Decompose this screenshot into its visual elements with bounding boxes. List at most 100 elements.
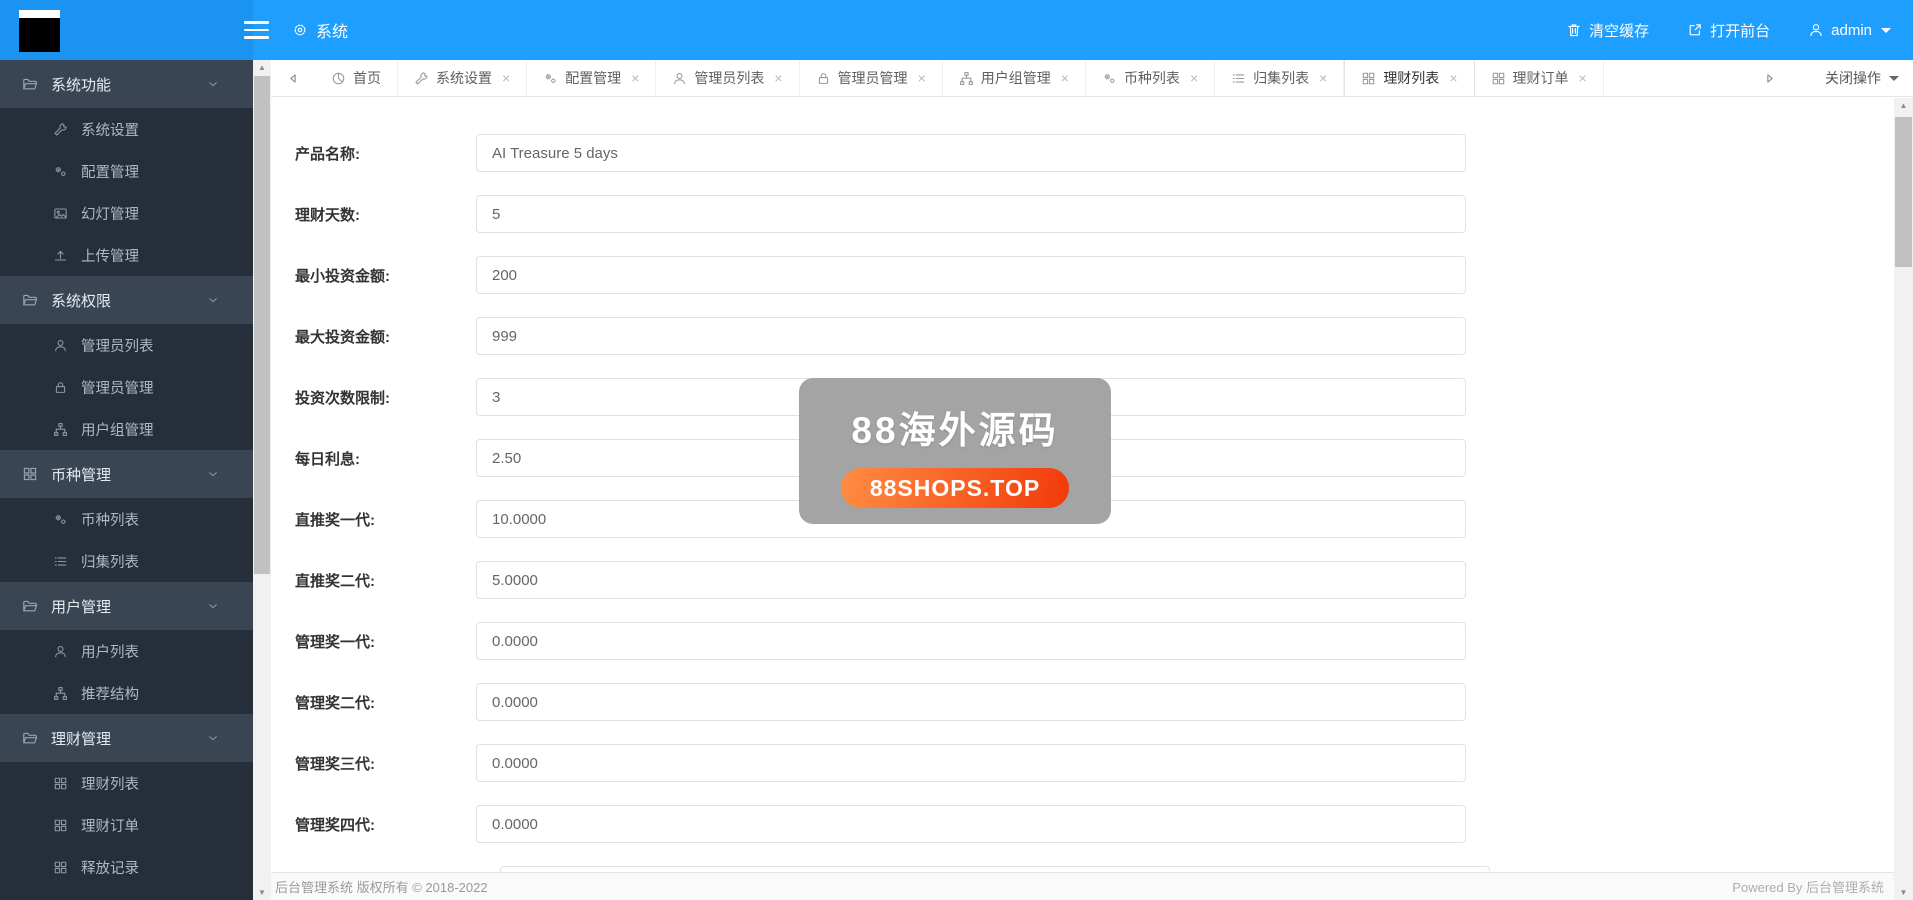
sidebar-item-collection-list[interactable]: 归集列表: [0, 540, 253, 582]
cogs-icon: [53, 512, 68, 527]
close-operations-dropdown[interactable]: 关闭操作: [1825, 68, 1899, 88]
user-menu[interactable]: admin: [1808, 22, 1891, 39]
item-label: 推荐结构: [81, 686, 139, 703]
top-header: 系统 清空缓存 打开前台 admin: [0, 0, 1913, 60]
tab-label: 理财订单: [1512, 70, 1569, 86]
close-icon[interactable]: ×: [1319, 71, 1327, 85]
sitemap-icon: [53, 422, 68, 437]
close-icon[interactable]: ×: [631, 71, 639, 85]
field-label: 最大投资金额:: [295, 328, 390, 346]
sidebar-item-finance-orders[interactable]: 理财订单: [0, 804, 253, 846]
content-scrollbar-thumb[interactable]: [1895, 117, 1912, 267]
min-investment-input[interactable]: [476, 256, 1466, 294]
cogs-icon: [53, 164, 68, 179]
max-investment-input[interactable]: [476, 317, 1466, 355]
sidebar-group-finance-management[interactable]: 理财管理: [0, 714, 253, 762]
tab-label: 管理员列表: [694, 70, 765, 86]
field-label: 最小投资金额:: [295, 267, 390, 285]
wrench-icon: [414, 71, 429, 86]
collapse-menu-button[interactable]: [233, 0, 279, 60]
manage-reward-1-input[interactable]: [476, 622, 1466, 660]
close-icon[interactable]: ×: [774, 71, 782, 85]
close-icon[interactable]: ×: [502, 71, 510, 85]
tab-label: 首页: [353, 70, 381, 86]
open-frontend-label: 打开前台: [1710, 22, 1771, 40]
field-label: 直推奖二代:: [295, 572, 375, 590]
field-label: 投资次数限制:: [295, 389, 390, 407]
tabs-scroll-left-button[interactable]: [271, 60, 315, 96]
direct-reward-2-input[interactable]: [476, 561, 1466, 599]
sidebar-item-user-list[interactable]: 用户列表: [0, 630, 253, 672]
triangle-right-icon: [1763, 72, 1776, 85]
sidebar-item-user-group-management[interactable]: 用户组管理: [0, 408, 253, 450]
sidebar-item-finance-list[interactable]: 理财列表: [0, 762, 253, 804]
sidebar-item-upload-management[interactable]: 上传管理: [0, 234, 253, 276]
tab-admin-management[interactable]: 管理员管理 ×: [800, 60, 943, 96]
sidebar-item-admin-list[interactable]: 管理员列表: [0, 324, 253, 366]
tab-system-settings[interactable]: 系统设置 ×: [398, 60, 528, 96]
scroll-down-arrow-icon[interactable]: ▼: [253, 885, 271, 900]
manage-reward-4-input[interactable]: [476, 805, 1466, 843]
sidebar-item-admin-management[interactable]: 管理员管理: [0, 366, 253, 408]
group-label: 系统权限: [51, 292, 112, 310]
sidebar-item-slide-management[interactable]: 幻灯管理: [0, 192, 253, 234]
field-label: 理财天数:: [295, 206, 360, 224]
field-label: 管理奖四代:: [295, 816, 375, 834]
tab-label: 用户组管理: [980, 70, 1051, 86]
product-name-input[interactable]: [476, 134, 1466, 172]
tab-config-management[interactable]: 配置管理 ×: [527, 60, 657, 96]
item-label: 管理员列表: [81, 338, 154, 355]
clear-cache-label: 清空缓存: [1589, 22, 1650, 40]
sidebar-scrollbar[interactable]: ▲ ▼: [253, 60, 271, 900]
tab-home[interactable]: 首页: [315, 60, 398, 96]
tab-user-group-management[interactable]: 用户组管理 ×: [943, 60, 1086, 96]
close-icon[interactable]: ×: [918, 71, 926, 85]
tab-currency-list[interactable]: 币种列表 ×: [1086, 60, 1216, 96]
watermark-overlay: 88海外源码 88SHOPS.TOP: [799, 378, 1111, 524]
tab-finance-list[interactable]: 理财列表 ×: [1344, 60, 1475, 96]
sidebar-group-user-management[interactable]: 用户管理: [0, 582, 253, 630]
sidebar-group-system-functions[interactable]: 系统功能: [0, 60, 253, 108]
open-frontend-button[interactable]: 打开前台: [1687, 20, 1770, 41]
item-label: 用户组管理: [81, 422, 154, 439]
list-icon: [1231, 71, 1246, 86]
tabs-scroll-right-button[interactable]: [1747, 72, 1791, 85]
close-icon[interactable]: ×: [1579, 71, 1587, 85]
chevron-down-icon: [206, 77, 220, 91]
finance-days-input[interactable]: [476, 195, 1466, 233]
sidebar-group-system-permissions[interactable]: 系统权限: [0, 276, 253, 324]
content-scrollbar[interactable]: ▲ ▼: [1894, 98, 1913, 900]
form-row-manage-reward-4: 管理奖四代:: [271, 805, 1894, 843]
sidebar-item-system-settings[interactable]: 系统设置: [0, 108, 253, 150]
folder-icon: [22, 730, 38, 746]
page-title: 系统: [292, 0, 348, 60]
sidebar-group-currency-management[interactable]: 币种管理: [0, 450, 253, 498]
tab-admin-list[interactable]: 管理员列表 ×: [656, 60, 800, 96]
close-icon[interactable]: ×: [1449, 71, 1457, 85]
sidebar-item-referral-structure[interactable]: 推荐结构: [0, 672, 253, 714]
sidebar-item-release-records[interactable]: 释放记录: [0, 846, 253, 888]
close-icon[interactable]: ×: [1190, 71, 1198, 85]
manage-reward-2-input[interactable]: [476, 683, 1466, 721]
tab-finance-orders[interactable]: 理财订单 ×: [1475, 60, 1604, 96]
manage-reward-3-input[interactable]: [476, 744, 1466, 782]
item-label: 用户列表: [81, 644, 139, 661]
close-icon[interactable]: ×: [1061, 71, 1069, 85]
user-icon: [53, 338, 68, 353]
sidebar-item-config-management[interactable]: 配置管理: [0, 150, 253, 192]
clear-cache-button[interactable]: 清空缓存: [1566, 20, 1649, 41]
sidebar-item-currency-list[interactable]: 币种列表: [0, 498, 253, 540]
user-icon: [672, 71, 687, 86]
item-label: 理财列表: [81, 776, 139, 793]
username-label: admin: [1831, 21, 1872, 39]
scroll-down-arrow-icon[interactable]: ▼: [1894, 885, 1913, 900]
form-row-min-investment: 最小投资金额:: [271, 256, 1894, 294]
tab-collection-list[interactable]: 归集列表 ×: [1215, 60, 1345, 96]
group-label: 系统功能: [51, 76, 112, 94]
sitemap-icon: [959, 71, 974, 86]
form-row-manage-reward-2: 管理奖二代:: [271, 683, 1894, 721]
sidebar-scrollbar-thumb[interactable]: [254, 76, 270, 574]
scroll-up-arrow-icon[interactable]: ▲: [253, 60, 271, 75]
scroll-up-arrow-icon[interactable]: ▲: [1894, 98, 1913, 113]
form-row-max-investment: 最大投资金额:: [271, 317, 1894, 355]
